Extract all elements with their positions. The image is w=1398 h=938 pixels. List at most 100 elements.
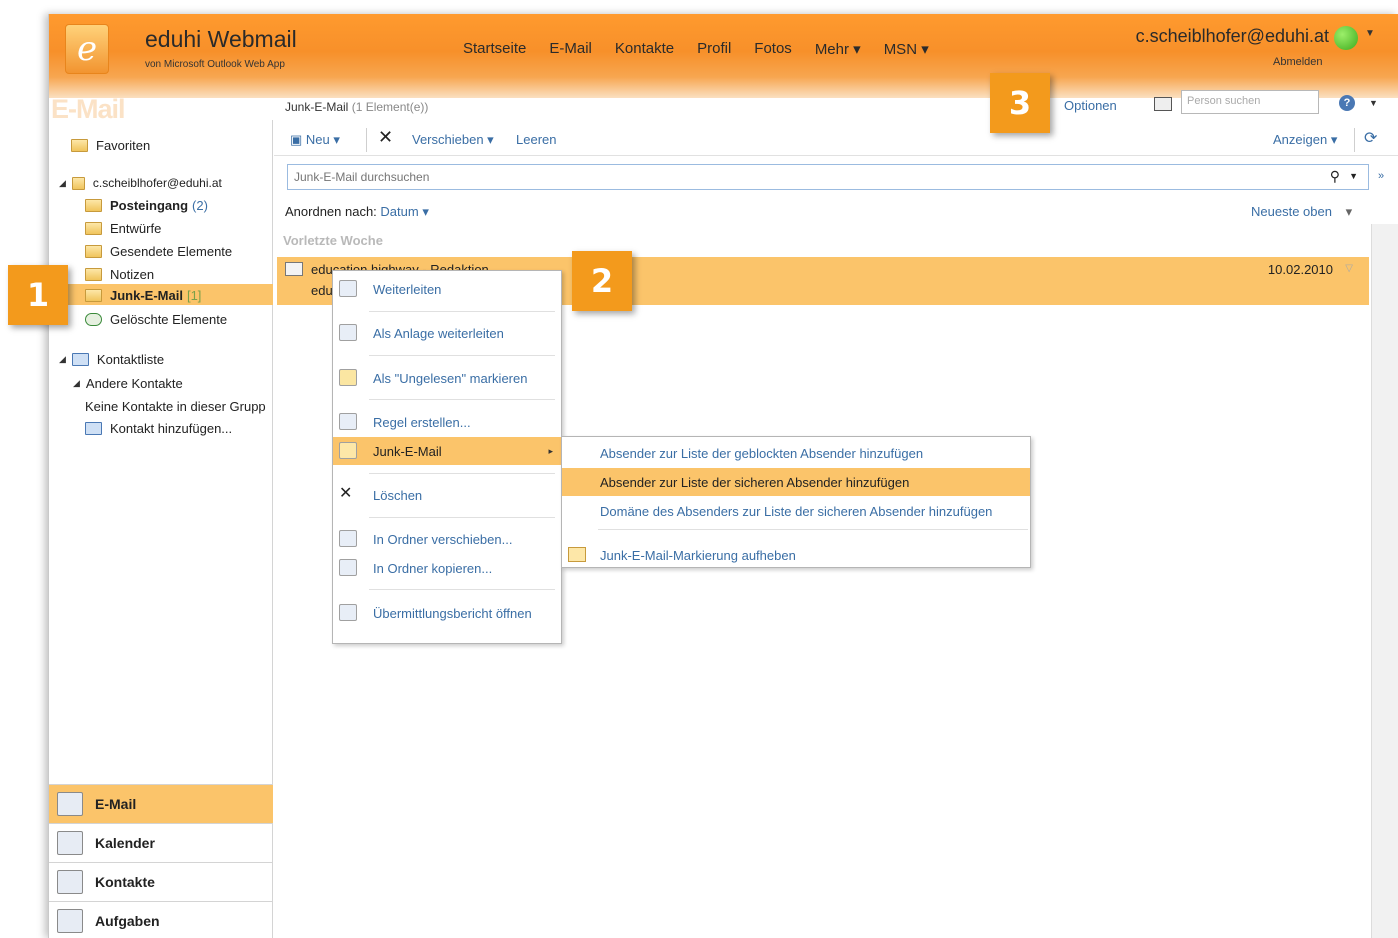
address-book-icon[interactable] [1154, 97, 1172, 111]
ctx-move-to-folder[interactable]: In Ordner verschieben... [333, 525, 561, 553]
toolbar-separator [1354, 128, 1355, 152]
menu-divider [369, 517, 555, 518]
folder-entwuerfe[interactable]: Entwürfe [85, 221, 161, 236]
submenu-arrow-icon: ▸ [548, 445, 553, 456]
message-group-header: Vorletzte Woche [283, 233, 383, 248]
navigation-pane: Favoriten ◢ c.scheiblhofer@eduhi.at Post… [49, 120, 273, 938]
ctx-label: Als Anlage weiterleiten [373, 325, 504, 341]
app-title: eduhi Webmail [145, 26, 297, 52]
eduhi-logo: e [65, 24, 109, 74]
junk-submenu: Absender zur Liste der geblockten Absend… [561, 436, 1031, 568]
folder-posteingang[interactable]: Posteingang (2) [85, 198, 208, 213]
folder-count: (2) [192, 198, 208, 213]
inbox-folder-icon [85, 199, 102, 212]
help-dropdown-icon[interactable]: ▼ [1369, 98, 1378, 108]
mail-envelope-icon [57, 792, 83, 816]
nav-email[interactable]: E-Mail [549, 40, 592, 58]
ctx-forward[interactable]: Weiterleiten [333, 275, 561, 303]
module-calendar[interactable]: Kalender [49, 823, 273, 862]
nav-fotos[interactable]: Fotos [754, 40, 792, 58]
account-node[interactable]: ◢ c.scheiblhofer@eduhi.at [59, 176, 222, 190]
mail-toolbar: ▣ Neu ▾ ✕ Verschieben ▾ Leeren Anzeigen … [274, 122, 1398, 156]
status-dropdown-icon[interactable]: ▼ [1365, 28, 1375, 39]
notes-folder-icon [85, 268, 102, 281]
expand-arrow-icon[interactable]: ◢ [59, 178, 66, 189]
nav-startseite[interactable]: Startseite [463, 40, 526, 58]
sub-not-junk[interactable]: Junk-E-Mail-Markierung aufheben [562, 541, 1030, 569]
sub-block-sender[interactable]: Absender zur Liste der geblockten Absend… [562, 439, 1030, 467]
ctx-mark-unread[interactable]: Als "Ungelesen" markieren [333, 364, 561, 392]
ctx-junk-email[interactable]: Junk-E-Mail ▸ [333, 437, 561, 465]
presence-status-icon[interactable] [1334, 26, 1358, 50]
ctx-label: Regel erstellen... [373, 414, 471, 430]
mail-search-field[interactable]: ⚲ ▼ [287, 164, 1369, 190]
ctx-label: Weiterleiten [373, 281, 442, 297]
new-button[interactable]: ▣ Neu ▾ [290, 132, 340, 148]
ctx-delete[interactable]: ✕ Löschen [333, 481, 561, 509]
message-subject: edu [311, 283, 333, 298]
refresh-icon[interactable]: ⟳ [1364, 128, 1377, 148]
expand-arrow-icon[interactable]: ◢ [59, 354, 66, 365]
flag-icon[interactable]: ▽ [1345, 263, 1353, 274]
folder-notizen[interactable]: Notizen [85, 267, 154, 282]
menu-divider [369, 473, 555, 474]
message-list-scrollbar[interactable] [1371, 224, 1398, 938]
current-folder-count: (1 Element(e)) [351, 100, 429, 114]
menu-divider [369, 399, 555, 400]
message-date: 10.02.2010 [1267, 262, 1333, 277]
account-label: c.scheiblhofer@eduhi.at [92, 176, 222, 190]
expand-search-icon[interactable]: » [1378, 170, 1384, 182]
module-label: Aufgaben [95, 913, 160, 929]
favorites-node[interactable]: Favoriten [71, 138, 150, 153]
folder-label: Posteingang [110, 198, 189, 213]
delete-x-icon[interactable]: ✕ [378, 127, 393, 148]
sort-field-label: Datum [380, 204, 419, 219]
search-icon[interactable]: ⚲ [1330, 168, 1340, 185]
options-link[interactable]: Optionen [1064, 98, 1117, 113]
search-options-icon[interactable]: ▼ [1349, 171, 1358, 181]
ctx-label: Junk-E-Mail [373, 443, 442, 459]
add-contact-link[interactable]: Kontakt hinzufügen... [85, 421, 232, 436]
sort-order-dropdown[interactable]: Neueste oben ▾ [1251, 204, 1352, 220]
user-email[interactable]: c.scheiblhofer@eduhi.at [1136, 26, 1329, 47]
nav-msn[interactable]: MSN ▾ [884, 40, 929, 58]
outlook-web-app-window: e eduhi Webmail von Microsoft Outlook We… [48, 14, 1398, 938]
favorites-label: Favoriten [96, 138, 151, 153]
person-search-input[interactable]: Person suchen [1181, 90, 1319, 114]
mail-search-input[interactable] [288, 165, 1188, 189]
folder-geloeschte[interactable]: Gelöschte Elemente [85, 312, 227, 327]
view-label: Anzeigen [1273, 132, 1328, 147]
sub-safe-domain[interactable]: Domäne des Absenders zur Liste der siche… [562, 497, 1030, 525]
folder-label: Entwürfe [110, 221, 162, 236]
ctx-create-rule[interactable]: Regel erstellen... [333, 408, 561, 436]
contact-list-label: Kontaktliste [96, 352, 165, 367]
ctx-delivery-report[interactable]: Übermittlungsbericht öffnen [333, 599, 561, 627]
module-tasks[interactable]: Aufgaben [49, 901, 273, 938]
move-button[interactable]: Verschieben ▾ [412, 132, 494, 148]
other-contacts-node[interactable]: ◢ Andere Kontakte [73, 376, 183, 391]
ctx-label: Als "Ungelesen" markieren [373, 370, 528, 386]
contact-list-node[interactable]: ◢ Kontaktliste [59, 352, 164, 367]
signout-link[interactable]: Abmelden [1273, 56, 1323, 68]
callout-2: 2 [572, 251, 632, 311]
module-contacts[interactable]: Kontakte [49, 862, 273, 901]
view-button[interactable]: Anzeigen ▾ [1273, 132, 1337, 148]
menu-divider [369, 355, 555, 356]
nav-kontakte[interactable]: Kontakte [615, 40, 674, 58]
folder-gesendete[interactable]: Gesendete Elemente [85, 244, 232, 259]
folder-label: Gelöschte Elemente [110, 312, 228, 327]
sort-field-dropdown[interactable]: Datum ▾ [380, 204, 428, 219]
menu-divider [598, 529, 1028, 530]
nav-profil[interactable]: Profil [697, 40, 731, 58]
help-icon[interactable]: ? [1339, 95, 1355, 111]
sub-safe-sender[interactable]: Absender zur Liste der sicheren Absender… [562, 468, 1030, 496]
folder-junk[interactable]: Junk-E-Mail [1] [85, 288, 201, 303]
expand-arrow-icon[interactable]: ◢ [73, 378, 80, 389]
module-email[interactable]: E-Mail [49, 784, 273, 823]
folder-count: [1] [186, 288, 202, 303]
empty-button[interactable]: Leeren [516, 132, 556, 147]
ctx-forward-attachment[interactable]: Als Anlage weiterleiten [333, 319, 561, 347]
nav-mehr[interactable]: Mehr ▾ [815, 40, 861, 58]
module-label: E-Mail [95, 796, 137, 812]
ctx-copy-to-folder[interactable]: In Ordner kopieren... [333, 554, 561, 582]
